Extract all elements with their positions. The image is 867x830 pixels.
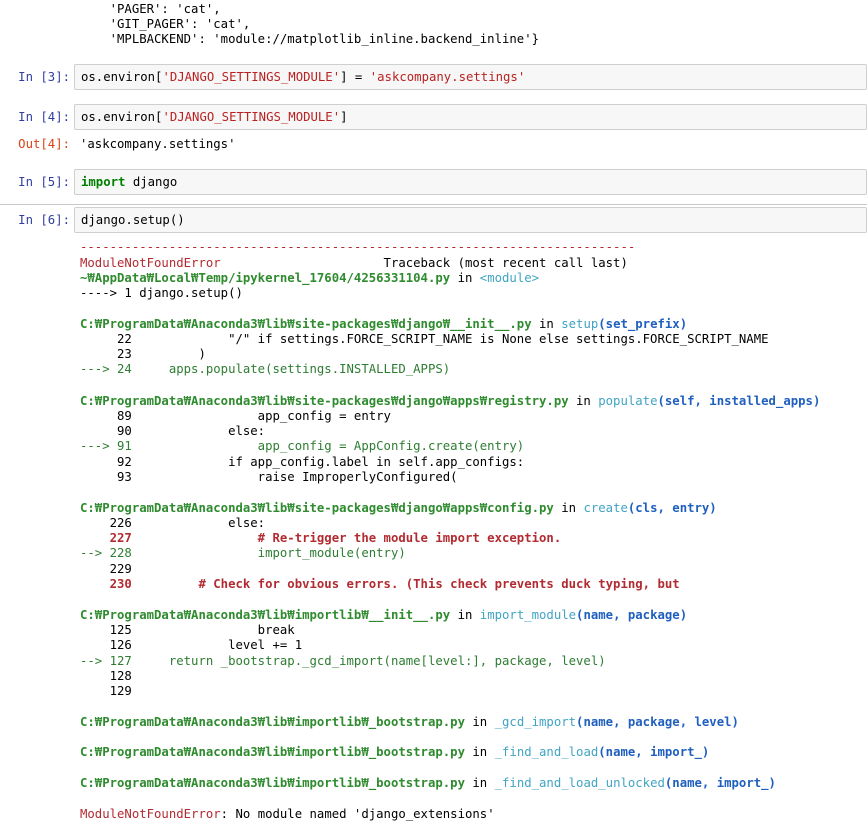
in-prompt: In [6]: — [18, 213, 70, 227]
frame-line: 90 else: — [80, 424, 266, 438]
code-cell-4[interactable]: os.environ['DJANGO_SETTINGS_MODULE'] — [74, 104, 867, 130]
code-cell-3[interactable]: os.environ['DJANGO_SETTINGS_MODULE'] = '… — [74, 64, 867, 90]
frame-line-current: --> 228 import_module(entry) — [80, 546, 406, 560]
frame-line: 229 — [80, 562, 132, 576]
output-line: 'PAGER': 'cat', — [80, 2, 221, 16]
code-line: django.setup() — [81, 213, 185, 227]
in-prompt: In [4]: — [18, 110, 70, 124]
out-prompt: Out[4]: — [18, 137, 70, 151]
output-line: 'GIT_PAGER': 'cat', — [80, 17, 251, 31]
frame-line: 129 — [80, 684, 132, 698]
code-cell-5[interactable]: import django — [74, 169, 867, 195]
code-line: os.environ['DJANGO_SETTINGS_MODULE'] = '… — [81, 70, 526, 84]
frame-line: 226 else: — [80, 516, 266, 530]
frame-header: C:₩ProgramData₩Anaconda3₩lib₩importlib₩_… — [80, 715, 739, 729]
frame-line: 22 "/" if settings.FORCE_SCRIPT_NAME is … — [80, 332, 769, 346]
in-prompt: In [3]: — [18, 70, 70, 84]
frame-header: C:₩ProgramData₩Anaconda3₩lib₩importlib₩_… — [80, 608, 688, 622]
frame-line-current: ---> 91 app_config = AppConfig.create(en… — [80, 439, 525, 453]
frame-header: C:₩ProgramData₩Anaconda3₩lib₩site-packag… — [80, 394, 821, 408]
in-prompt: In [5]: — [18, 175, 70, 189]
frame-line-comment: 230 # Check for obvious errors. (This ch… — [80, 577, 680, 591]
frame-header: ~₩AppData₩Local₩Temp/ipykernel_17604/425… — [80, 271, 540, 285]
frame-line: 93 raise ImproperlyConfigured( — [80, 470, 458, 484]
frame-line-current: ---> 24 apps.populate(settings.INSTALLED… — [80, 362, 451, 376]
traceback-header: ModuleNotFoundError Traceback (most rece… — [80, 256, 628, 270]
code-line: os.environ['DJANGO_SETTINGS_MODULE'] — [81, 110, 348, 124]
traceback-divider: ----------------------------------------… — [80, 240, 636, 254]
frame-header: C:₩ProgramData₩Anaconda3₩lib₩site-packag… — [80, 317, 688, 331]
frame-header: C:₩ProgramData₩Anaconda3₩lib₩site-packag… — [80, 501, 717, 515]
code-line: import django — [81, 175, 178, 189]
frame-header: C:₩ProgramData₩Anaconda3₩lib₩importlib₩_… — [80, 776, 776, 790]
output-value: 'askcompany.settings' — [80, 137, 236, 151]
frame-line: 23 ) — [80, 347, 206, 361]
frame-line: ----> 1 django.setup() — [80, 286, 243, 300]
code-cell-6[interactable]: django.setup() — [74, 207, 867, 233]
frame-line-comment: 227 # Re-trigger the module import excep… — [80, 531, 562, 545]
frame-line: 128 — [80, 669, 132, 683]
output-line: 'MPLBACKEND': 'module://matplotlib_inlin… — [80, 32, 540, 46]
frame-line: 89 app_config = entry — [80, 409, 391, 423]
frame-line-current: --> 127 return _bootstrap._gcd_import(na… — [80, 654, 606, 668]
cell-divider — [0, 204, 867, 205]
frame-line: 92 if app_config.label in self.app_confi… — [80, 455, 525, 469]
frame-line: 126 level += 1 — [80, 638, 303, 652]
frame-line: 125 break — [80, 623, 295, 637]
frame-header: C:₩ProgramData₩Anaconda3₩lib₩importlib₩_… — [80, 745, 710, 759]
error-message: ModuleNotFoundError: No module named 'dj… — [80, 807, 495, 821]
